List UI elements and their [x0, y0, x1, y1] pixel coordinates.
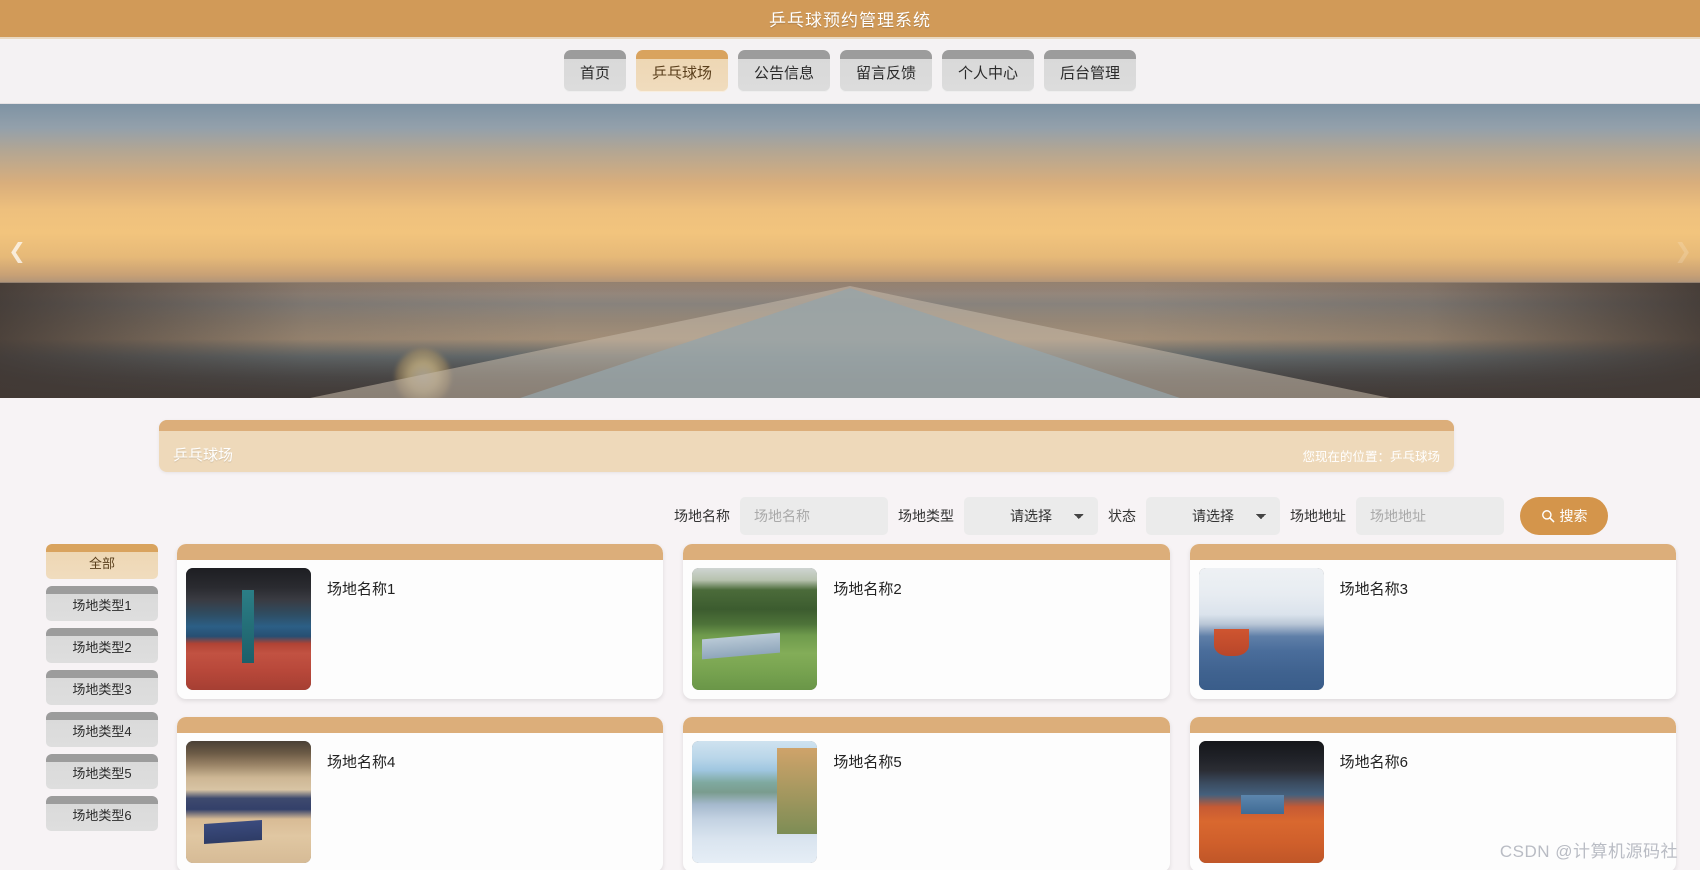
category-item-label: 场地类型2 — [72, 640, 132, 655]
nav-item-profile[interactable]: 个人中心 — [942, 50, 1035, 92]
category-item-label: 场地类型1 — [72, 598, 132, 613]
venue-card[interactable]: 场地名称5 — [683, 717, 1170, 870]
category-item-type5[interactable]: 场地类型5 — [46, 754, 158, 789]
category-item-label: 场地类型6 — [72, 808, 132, 823]
category-item-label: 场地类型3 — [72, 682, 132, 697]
search-button-label: 搜索 — [1559, 508, 1588, 524]
nav-item-announcements[interactable]: 公告信息 — [737, 50, 830, 92]
venue-thumbnail — [1198, 741, 1324, 863]
banner-canal-water — [520, 288, 1180, 398]
nav-item-label: 乒乓球场 — [651, 65, 712, 82]
venue-address-label: 场地地址 — [1290, 508, 1346, 524]
venue-name: 场地名称3 — [1339, 581, 1408, 598]
venue-card[interactable]: 场地名称3 — [1189, 544, 1676, 699]
category-sidebar: 全部 场地类型1 场地类型2 场地类型3 场地类型4 场地类型5 场地类型6 — [46, 544, 158, 831]
breadcrumb-title: 乒乓球场 — [173, 447, 234, 464]
venue-name-input[interactable] — [740, 497, 888, 535]
nav-item-feedback[interactable]: 留言反馈 — [840, 50, 933, 92]
venue-card[interactable]: 场地名称1 — [177, 544, 664, 699]
venue-card[interactable]: 场地名称2 — [683, 544, 1170, 699]
venue-address-input[interactable] — [1356, 497, 1504, 535]
page-title: 乒乓球预约管理系统 — [769, 11, 931, 30]
category-item-label: 场地类型5 — [72, 766, 132, 781]
venue-name-label: 场地名称 — [674, 508, 730, 524]
venue-thumbnail — [1198, 568, 1324, 690]
venue-listing: 全部 场地类型1 场地类型2 场地类型3 场地类型4 场地类型5 场地类型6 场… — [0, 544, 1700, 870]
venue-name: 场地名称6 — [1339, 754, 1408, 771]
nav-item-admin[interactable]: 后台管理 — [1044, 50, 1137, 92]
search-icon — [1541, 510, 1554, 523]
category-item-type4[interactable]: 场地类型4 — [46, 712, 158, 747]
nav-item-venues[interactable]: 乒乓球场 — [635, 50, 728, 92]
venue-name: 场地名称5 — [833, 754, 902, 771]
search-button[interactable]: 搜索 — [1520, 497, 1608, 535]
nav-item-label: 后台管理 — [1060, 65, 1121, 82]
nav-item-home[interactable]: 首页 — [563, 50, 626, 92]
main-navigation: 首页 乒乓球场 公告信息 留言反馈 个人中心 后台管理 — [0, 39, 1700, 104]
category-item-type1[interactable]: 场地类型1 — [46, 586, 158, 621]
venue-name: 场地名称2 — [833, 581, 902, 598]
page-content: 乒乓球场 您现在的位置：乒乓球场 场地名称 场地类型 请选择 状态 请选择 场地… — [0, 398, 1700, 870]
filter-toolbar: 场地名称 场地类型 请选择 状态 请选择 场地地址 搜索 — [0, 494, 1700, 538]
venue-card[interactable]: 场地名称4 — [177, 717, 664, 870]
venue-card-grid: 场地名称1 场地名称2 场地名称3 场地名称4 场地名称5 场地名称6 — [177, 544, 1676, 870]
nav-item-label: 公告信息 — [753, 65, 814, 82]
category-item-type2[interactable]: 场地类型2 — [46, 628, 158, 663]
venue-thumbnail — [186, 568, 311, 690]
venue-thumbnail — [186, 741, 311, 863]
nav-item-label: 个人中心 — [958, 65, 1019, 82]
venue-thumbnail — [692, 741, 818, 863]
nav-item-label: 留言反馈 — [856, 65, 917, 82]
venue-name: 场地名称1 — [327, 581, 396, 598]
venue-type-select[interactable]: 请选择 — [964, 497, 1098, 535]
status-select[interactable]: 请选择 — [1146, 497, 1280, 535]
chevron-right-icon[interactable]: ❯ — [1672, 234, 1694, 268]
venue-name: 场地名称4 — [327, 754, 396, 771]
category-item-label: 全部 — [88, 556, 115, 571]
venue-type-label: 场地类型 — [898, 508, 954, 524]
hero-carousel[interactable]: ❮ ❯ — [0, 104, 1700, 398]
chevron-left-icon[interactable]: ❮ — [6, 234, 28, 268]
category-item-type3[interactable]: 场地类型3 — [46, 670, 158, 705]
app-header: 乒乓球预约管理系统 — [0, 0, 1700, 39]
category-item-label: 场地类型4 — [72, 724, 132, 739]
nav-item-label: 首页 — [579, 65, 610, 82]
status-label: 状态 — [1108, 508, 1136, 524]
venue-card[interactable]: 场地名称6 — [1189, 717, 1676, 870]
venue-thumbnail — [692, 568, 818, 690]
category-item-all[interactable]: 全部 — [46, 544, 158, 579]
breadcrumb-path: 您现在的位置：乒乓球场 — [1302, 450, 1440, 464]
breadcrumb: 乒乓球场 您现在的位置：乒乓球场 — [159, 420, 1454, 472]
category-item-type6[interactable]: 场地类型6 — [46, 796, 158, 831]
